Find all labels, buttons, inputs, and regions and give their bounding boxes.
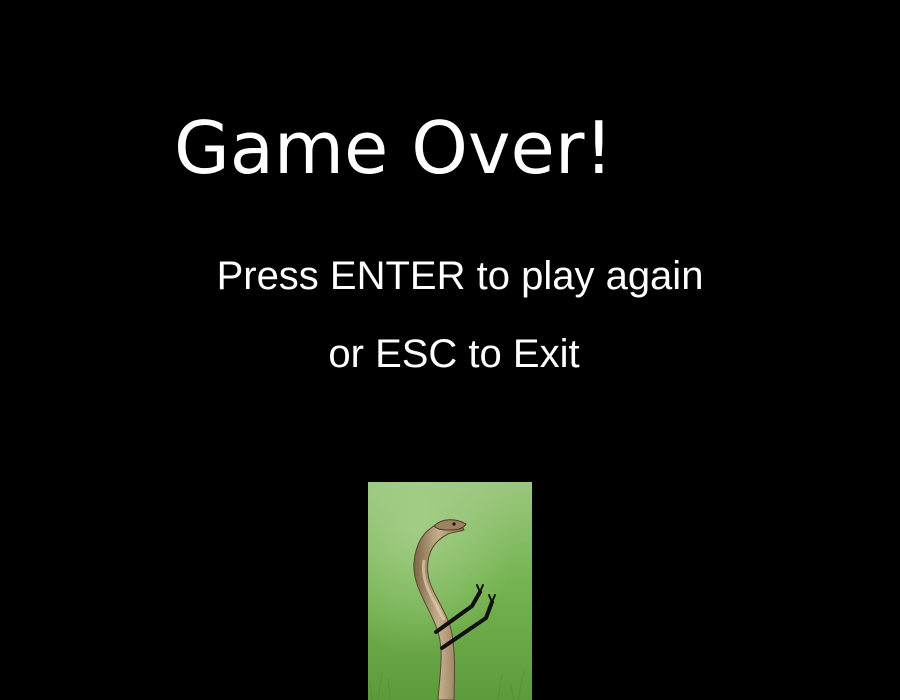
game-over-title: Game Over! [174, 106, 614, 190]
exit-instruction: or ESC to Exit [328, 332, 580, 376]
play-again-instruction: Press ENTER to play again [216, 254, 704, 298]
cobra-with-arms-icon [368, 482, 532, 700]
game-over-screen: Game Over! Press ENTER to play again or … [0, 0, 900, 700]
